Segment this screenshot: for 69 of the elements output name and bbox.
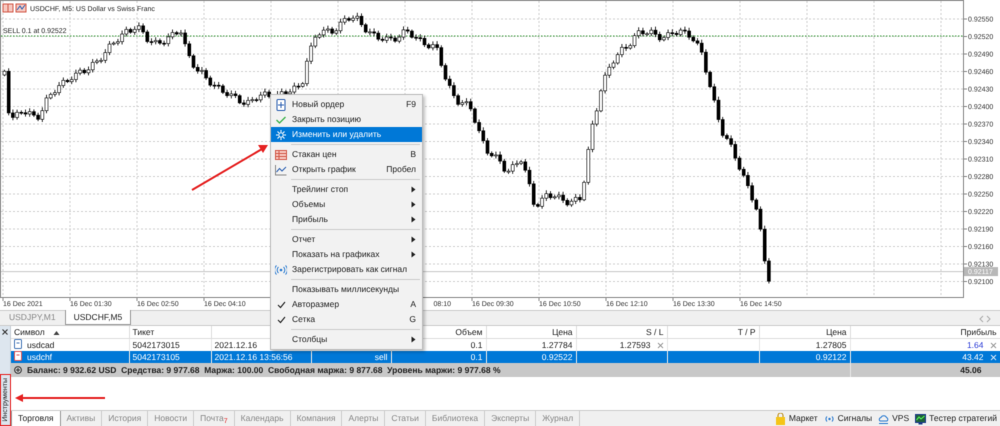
monitor-icon [915, 412, 926, 424]
table-cell: 0.1 [470, 340, 482, 350]
scroll-left-icon[interactable] [978, 313, 985, 325]
scroll-right-icon[interactable] [985, 313, 992, 325]
menu-item[interactable]: Стакан цен B [271, 147, 422, 162]
menu-item[interactable]: Авторазмер A [271, 297, 422, 312]
submenu-arrow-icon [411, 236, 416, 243]
bottom-tab[interactable]: Торговля [11, 411, 61, 426]
table-cell: sell [374, 352, 388, 362]
shopping-bag-icon [774, 412, 786, 424]
check-icon [275, 114, 287, 126]
document-plus-icon [275, 98, 287, 110]
menu-item[interactable]: Объемы [271, 197, 422, 212]
status-link[interactable]: Тестер стратегий [912, 411, 1000, 426]
table-cell: 5042173015 [132, 340, 180, 350]
table-icon [2, 4, 14, 12]
column-header[interactable]: Тикет [132, 327, 154, 337]
column-header[interactable]: S / L [646, 327, 664, 337]
menu-item[interactable]: Прибыль [271, 212, 422, 227]
profit-total: 45.06 [960, 365, 982, 375]
menu-item[interactable]: Изменить или удалить [271, 127, 422, 142]
menu-item[interactable]: Закрыть позицию [271, 112, 422, 127]
gear-icon [275, 128, 287, 140]
submenu-arrow-icon [411, 251, 416, 258]
column-header[interactable]: Цена [826, 327, 846, 337]
signal-icon [275, 264, 287, 276]
menu-item[interactable]: Показать на графиках [271, 247, 422, 262]
chart-tab[interactable]: USDCHF,M5 [64, 310, 132, 325]
menu-item[interactable]: Новый ордер F9 [271, 97, 422, 112]
table-cell: 1.27805 [816, 340, 846, 350]
table-cell: 0.92522 [542, 352, 572, 362]
table-cell: 5042173105 [132, 352, 180, 362]
menu-item[interactable]: Сетка G [271, 312, 422, 327]
menu-item[interactable]: Зарегистрировать как сигнал [271, 262, 422, 277]
table-cell: 0.1 [470, 352, 482, 362]
submenu-arrow-icon [411, 336, 416, 343]
menu-item[interactable]: Открыть график Пробел [271, 162, 422, 177]
submenu-arrow-icon [411, 186, 416, 193]
bottom-tab[interactable]: Почта$_{7}$ [194, 411, 235, 426]
submenu-arrow-icon [411, 201, 416, 208]
table-cell: 1.27784 [542, 340, 572, 350]
table-cell: 1.27593 [620, 340, 650, 350]
status-link[interactable]: VPS [875, 411, 912, 426]
chart-icon [16, 4, 26, 12]
table-cell: 0.92122 [816, 352, 846, 362]
menu-item[interactable]: Отчет [271, 232, 422, 247]
menu-item[interactable]: Трейлинг стоп [271, 182, 422, 197]
column-header[interactable]: Прибыль [960, 327, 996, 337]
close-icon[interactable] [1, 328, 9, 336]
column-header[interactable]: Символ [14, 327, 45, 337]
table-cell: 1.64 [966, 340, 984, 350]
table-cell: 2021.12.16 [214, 340, 258, 350]
status-link[interactable]: Сигналы [820, 411, 876, 426]
status-link[interactable]: Маркет [772, 411, 821, 426]
column-header[interactable]: Объем [455, 327, 482, 337]
column-header[interactable]: Цена [552, 327, 572, 337]
balance-summary: Баланс: 9 932.62 USD Средства: 9 977.68 Маржа: 100.00 Свободная маржа: 9 877.68 Уровень маржи: 9 977.68 % [27, 365, 501, 375]
column-header[interactable]: T / P [738, 327, 756, 337]
table-cell: 2021.12.16 13:56:56 [214, 352, 292, 362]
menu-item[interactable]: Столбцы [271, 332, 422, 347]
submenu-arrow-icon [411, 216, 416, 223]
table-cell: usdchf [27, 352, 52, 362]
table-cell: 43.42 [962, 352, 984, 362]
expand-icon[interactable] [14, 366, 22, 374]
line-chart-icon [275, 164, 287, 176]
menu-item[interactable]: Показывать миллисекунды [271, 282, 422, 297]
table-icon [275, 148, 287, 160]
table-cell: usdcad [27, 340, 54, 350]
cloud-icon [878, 412, 890, 424]
